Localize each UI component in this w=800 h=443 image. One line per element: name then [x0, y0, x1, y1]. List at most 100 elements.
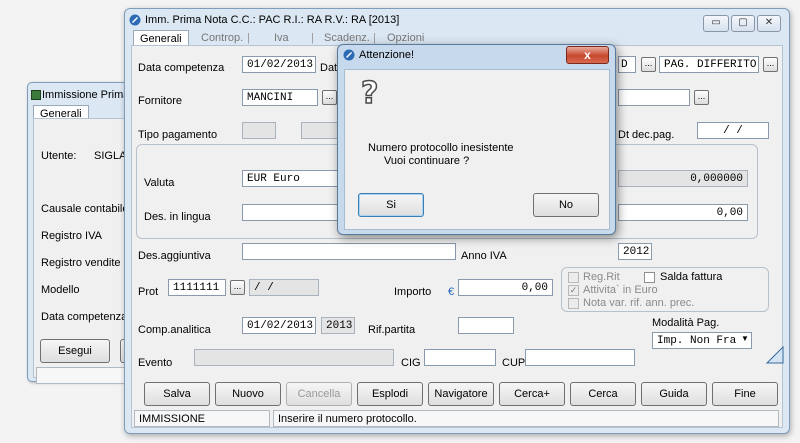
- prot-date-field: / /: [249, 279, 319, 296]
- dialog-title: Attenzione!: [359, 49, 415, 61]
- fine-button[interactable]: Fine: [712, 382, 778, 406]
- tab-controp[interactable]: Controp.: [201, 32, 243, 44]
- data-documento-label: Dat: [320, 62, 338, 74]
- prot-label: Prot: [138, 286, 159, 298]
- dt-dec-pag-field[interactable]: / /: [697, 122, 769, 139]
- valuta-label: Valuta: [144, 177, 175, 189]
- tab-separator: |: [373, 32, 376, 44]
- fornitore-field[interactable]: MANCINI: [242, 89, 318, 106]
- salva-button[interactable]: Salva: [144, 382, 210, 406]
- anno-iva-field[interactable]: 2012: [618, 243, 652, 260]
- status-mode: IMMISSIONE: [134, 410, 270, 427]
- chevron-down-icon[interactable]: ▼: [741, 334, 749, 343]
- importo-label: Importo: [394, 286, 432, 298]
- navigatore-button[interactable]: Navigatore: [428, 382, 494, 406]
- utente-label: Utente:: [41, 150, 77, 162]
- modalita-pag-label: Modalità Pag.: [652, 317, 720, 329]
- close-window-button[interactable]: ✕: [757, 15, 781, 32]
- registro-iva-label: Registro IVA: [41, 230, 102, 242]
- dialog-message-line2: Vuoi continuare ?: [384, 155, 470, 167]
- evento-field: [194, 349, 394, 366]
- cerca-button[interactable]: Cerca: [570, 382, 636, 406]
- tab-separator: |: [247, 32, 250, 44]
- guida-button[interactable]: Guida: [641, 382, 707, 406]
- attivita-euro-label: Attivita` in Euro: [583, 284, 658, 296]
- tab-separator: |: [311, 32, 314, 44]
- des-lingua-label: Des. in lingua: [144, 211, 211, 223]
- main-window-title: Imm. Prima Nota C.C.: PAC R.I.: RA R.V.:…: [145, 14, 400, 26]
- doc-code-field[interactable]: D: [618, 56, 636, 73]
- fornitore-extra-field[interactable]: [618, 89, 690, 106]
- data-competenza-label-back: Data competenza: [41, 311, 128, 323]
- tab-iva[interactable]: Iva: [274, 32, 289, 44]
- reg-rit-checkbox: [568, 272, 579, 283]
- cup-label: CUP: [502, 357, 526, 369]
- causale-contabile-label: Causale contabile: [41, 203, 129, 215]
- cig-label: CIG: [401, 357, 421, 369]
- tab-opzioni[interactable]: Opzioni: [387, 32, 424, 44]
- fornitore-extra-lookup-button[interactable]: ...: [694, 90, 709, 105]
- utente-value: SIGLA: [94, 150, 127, 162]
- data-competenza-label: Data competenza: [138, 62, 225, 74]
- dt-dec-pag-label: Dt dec.pag.: [618, 129, 675, 141]
- importo-valuta-field[interactable]: 0,00: [618, 204, 748, 221]
- esplodi-button[interactable]: Esplodi: [357, 382, 423, 406]
- tipo-pagamento-desc-field: [301, 122, 339, 139]
- des-aggiuntiva-field[interactable]: [242, 243, 456, 260]
- attenzione-dialog: Attenzione! x ? Numero protocollo inesis…: [337, 44, 616, 235]
- euro-icon: €: [448, 286, 455, 298]
- doc-lookup-button[interactable]: ...: [641, 57, 656, 72]
- status-message: Inserire il numero protocollo.: [273, 410, 779, 427]
- comp-analitica-year: 2013: [321, 317, 355, 334]
- tab-scadenz[interactable]: Scadenz.: [324, 32, 370, 44]
- des-aggiuntiva-label: Des.aggiuntiva: [138, 250, 211, 262]
- rif-partita-label: Rif.partita: [368, 324, 416, 336]
- app-logo-icon: [129, 14, 141, 26]
- cerca-plus-button[interactable]: Cerca+: [499, 382, 565, 406]
- dialog-message-line1: Numero protocollo inesistente: [368, 142, 514, 154]
- cancella-button: Cancella: [286, 382, 352, 406]
- comp-analitica-field[interactable]: 01/02/2013: [242, 317, 316, 334]
- dialog-body: ? Numero protocollo inesistente Vuoi con…: [344, 69, 610, 230]
- back-window-title: Immissione Prima: [42, 89, 130, 101]
- cambio-field: 0,000000: [618, 170, 748, 187]
- valuta-field[interactable]: EUR Euro: [242, 170, 340, 187]
- cig-field[interactable]: [424, 349, 496, 366]
- tipo-pagamento-label: Tipo pagamento: [138, 129, 218, 141]
- modalita-pag-select[interactable]: Imp. Non Fra: [652, 332, 752, 349]
- nuovo-button[interactable]: Nuovo: [215, 382, 281, 406]
- evento-label: Evento: [138, 357, 173, 369]
- dialog-close-button[interactable]: x: [566, 46, 609, 64]
- salda-fattura-label: Salda fattura: [660, 271, 723, 283]
- nota-var-label: Nota var. rif. ann. prec.: [583, 297, 695, 309]
- cup-field[interactable]: [525, 349, 635, 366]
- app-icon: [31, 90, 41, 100]
- registro-vendite-label: Registro vendite: [41, 257, 121, 269]
- prot-field[interactable]: 1111111: [168, 279, 226, 296]
- minimize-button[interactable]: ▭: [703, 15, 729, 32]
- reg-rit-label: Reg.Rit: [583, 271, 620, 283]
- des-lingua-field[interactable]: [242, 204, 340, 221]
- salda-fattura-checkbox[interactable]: [644, 272, 655, 283]
- data-competenza-field[interactable]: 01/02/2013: [242, 56, 316, 73]
- fornitore-label: Fornitore: [138, 95, 183, 107]
- comp-analitica-label: Comp.analitica: [138, 324, 211, 336]
- nota-var-checkbox: [568, 298, 579, 309]
- rif-partita-field[interactable]: [458, 317, 514, 334]
- corner-triangle-icon: [766, 346, 784, 364]
- question-icon: ?: [360, 75, 379, 112]
- fornitore-lookup-button[interactable]: ...: [322, 90, 337, 105]
- modello-label: Modello: [41, 284, 80, 296]
- pagamento-lookup-button[interactable]: ...: [763, 57, 778, 72]
- attivita-euro-checkbox: ✓: [568, 285, 579, 296]
- pagamento-field[interactable]: PAG. DIFFERITO: [659, 56, 759, 73]
- importo-field[interactable]: 0,00: [458, 279, 553, 296]
- tipo-pagamento-field: [242, 122, 276, 139]
- maximize-button[interactable]: ▢: [731, 15, 755, 32]
- no-button[interactable]: No: [533, 193, 599, 217]
- si-button[interactable]: Si: [358, 193, 424, 217]
- anno-iva-label: Anno IVA: [461, 250, 507, 262]
- esegui-button[interactable]: Esegui: [40, 339, 110, 363]
- dialog-app-icon: [343, 49, 355, 61]
- prot-lookup-button[interactable]: ...: [230, 280, 245, 295]
